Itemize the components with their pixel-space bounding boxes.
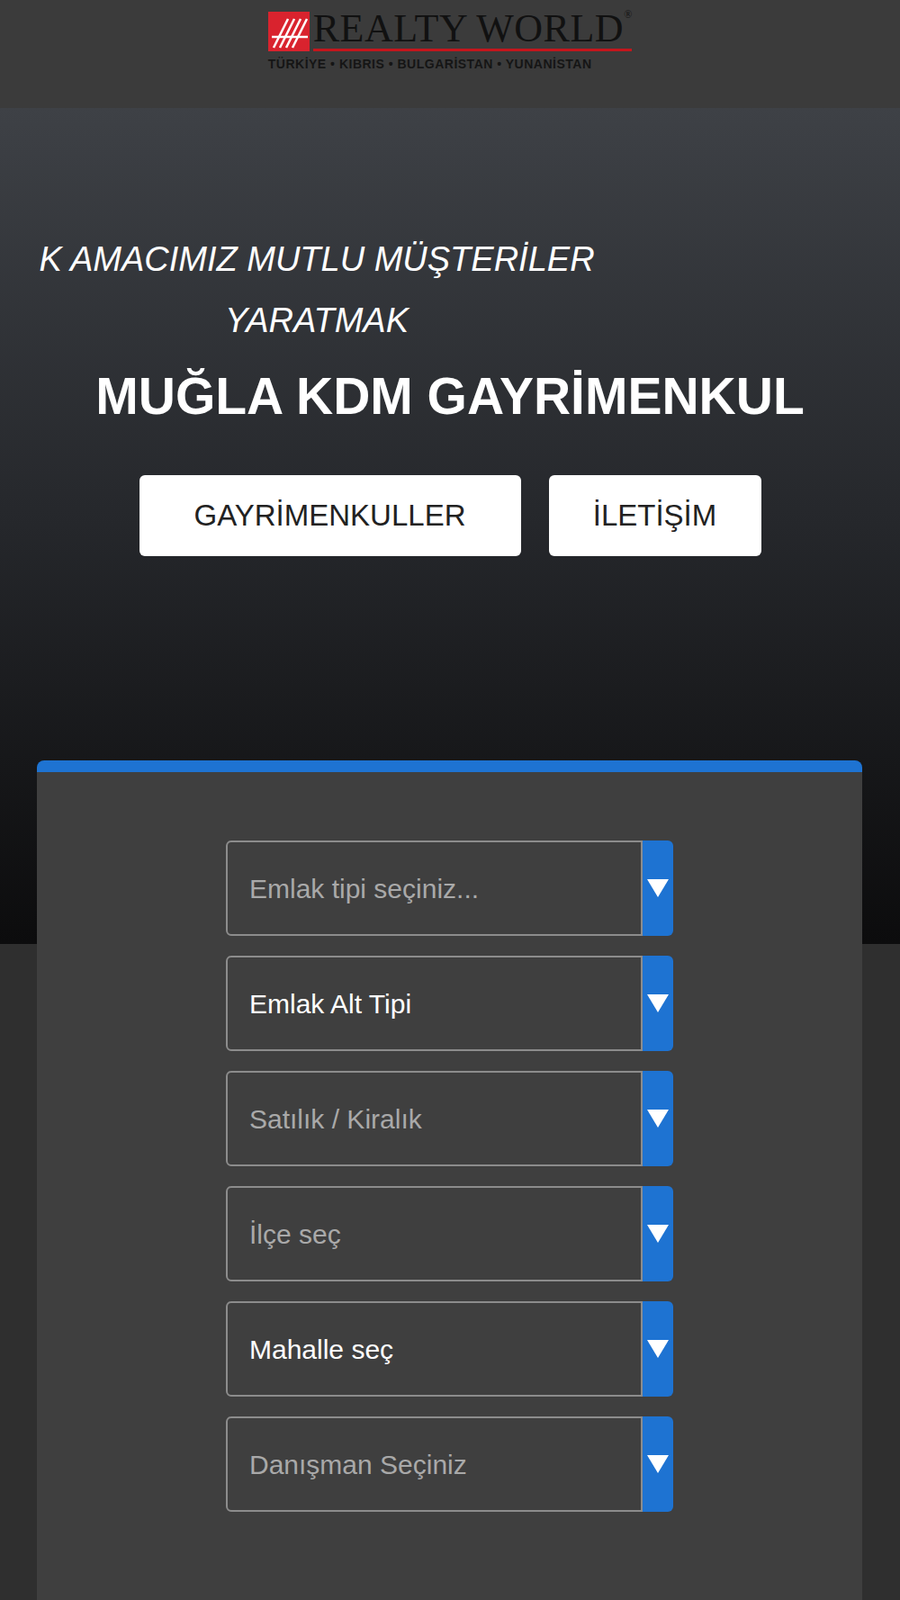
logo-subtitle: TÜRKİYE • KIBRIS • BULGARİSTAN • YUNANİS… xyxy=(268,54,593,74)
logo-mark-icon xyxy=(268,11,310,52)
select-label: Mahalle seç xyxy=(225,1301,643,1397)
tagline: K AMACIMIZ MUTLU MÜŞTERİLERYARATMAK xyxy=(0,108,630,351)
dropdown-arrow-icon[interactable] xyxy=(642,955,674,1052)
dropdown-arrow-icon[interactable] xyxy=(642,1186,674,1282)
select-field[interactable]: Danışman Seçiniz xyxy=(225,1416,674,1512)
select-label: İlçe seç xyxy=(225,1186,643,1282)
select-label: Emlak Alt Tipi xyxy=(225,955,643,1052)
select-field[interactable]: Emlak Alt Tipi xyxy=(225,955,674,1052)
dropdown-arrow-icon[interactable] xyxy=(642,1071,674,1167)
logo-row: REALTY WORLD® xyxy=(268,9,633,52)
dropdown-arrow-icon[interactable] xyxy=(642,840,674,936)
select-label: Emlak tipi seçiniz... xyxy=(225,840,643,936)
select-field[interactable]: Emlak tipi seçiniz... xyxy=(225,840,674,936)
dropdown-arrow-icon[interactable] xyxy=(642,1301,674,1397)
tagline-line: K AMACIMIZ MUTLU MÜŞTERİLER xyxy=(38,228,594,290)
search-card: Emlak tipi seçiniz... Emlak Alt Tipi Satıl… xyxy=(36,760,863,1600)
select-field[interactable]: İlçe seç xyxy=(225,1186,674,1282)
brand-name: REALTY WORLD xyxy=(313,9,624,49)
registered-mark: ® xyxy=(623,9,632,20)
contact-button[interactable]: İLETİŞİM xyxy=(549,475,762,557)
brand: REALTY WORLD® xyxy=(313,9,633,52)
header: REALTY WORLD®TÜRKİYE • KIBRIS • BULGARİS… xyxy=(0,0,900,108)
select-label: Satılık / Kiralık xyxy=(225,1071,643,1167)
tagline-line: YARATMAK xyxy=(225,289,409,351)
select-field[interactable]: Satılık / Kiralık xyxy=(225,1071,674,1167)
hero-title: MUĞLA KDM GAYRİMENKUL xyxy=(0,358,900,436)
select-label: Danışman Seçiniz xyxy=(225,1416,643,1512)
logo[interactable]: REALTY WORLD®TÜRKİYE • KIBRIS • BULGARİS… xyxy=(268,9,633,74)
select-field[interactable]: Mahalle seç xyxy=(225,1301,674,1397)
hero-buttons: GAYRİMENKULLER İLETİŞİM xyxy=(0,475,900,557)
properties-button[interactable]: GAYRİMENKULLER xyxy=(139,475,522,557)
dropdown-arrow-icon[interactable] xyxy=(642,1416,674,1512)
